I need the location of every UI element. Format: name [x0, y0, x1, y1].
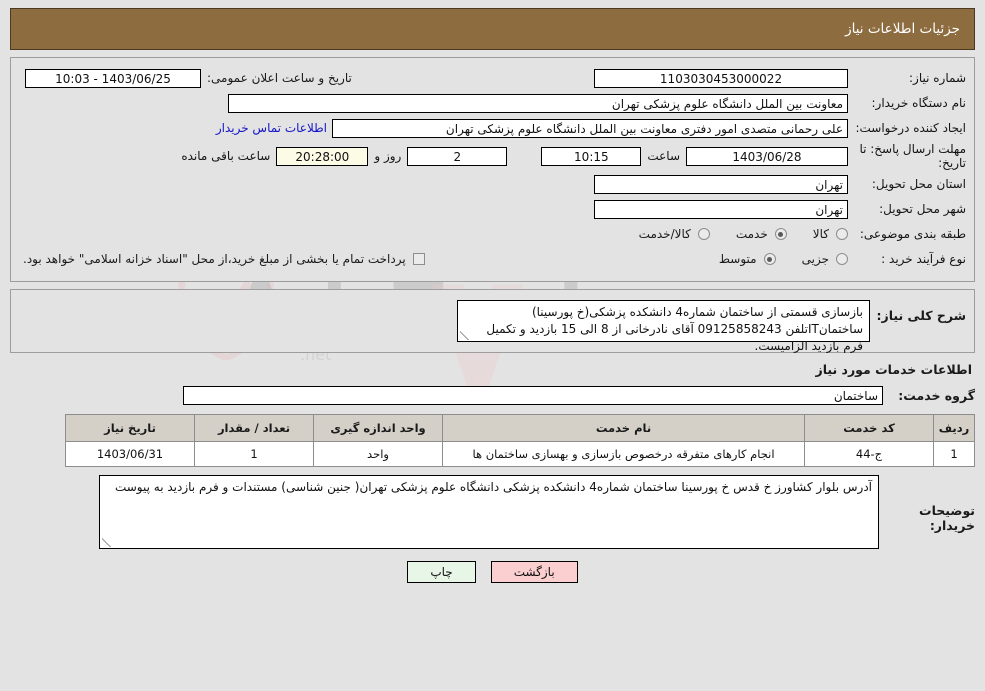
purchase-type-label: نوع فرآیند خرید : — [881, 252, 966, 266]
cell-service-name: انجام کارهای متفرقه درخصوص بازسازی و بهس… — [442, 441, 805, 467]
deadline-date-field: 1403/06/28 — [686, 146, 848, 166]
back-button[interactable]: بازگشت — [490, 561, 578, 583]
service-group-row: گروه خدمت: ساختمان — [10, 386, 975, 405]
row-city: شهر محل تحویل: تهران — [19, 198, 966, 220]
announce-date-field: 10:03 - 1403/06/25 — [25, 68, 201, 88]
th-service-name: نام خدمت — [442, 414, 805, 442]
radio-icon-category-khedmat[interactable] — [774, 228, 787, 240]
category-option-khedmat-label: خدمت — [735, 227, 768, 241]
need-number-label: شماره نیاز: — [909, 71, 966, 85]
service-group-field: ساختمان — [183, 386, 883, 405]
creator-field: علی رحمانی متصدی امور دفتری معاونت بین ا… — [332, 118, 848, 138]
row-creator: ایجاد کننده درخواست: علی رحمانی متصدی ام… — [19, 117, 966, 139]
creator-label: ایجاد کننده درخواست: — [855, 121, 966, 135]
radio-icon-category-kala-khedmat[interactable] — [697, 228, 710, 240]
cell-service-code: ج-44 — [804, 441, 934, 467]
need-description-textarea[interactable]: بازسازی قسمتی از ساختمان شماره4 دانشکده … — [457, 300, 870, 353]
category-label: طبقه بندی موضوعی: — [859, 227, 966, 241]
purchase-type-option-jozii[interactable]: جزیی — [802, 252, 848, 266]
row-province: استان محل تحویل: تهران — [19, 173, 966, 195]
cell-need-date: 1403/06/31 — [65, 441, 195, 467]
service-group-label: گروه خدمت: — [898, 388, 975, 403]
need-description-row: شرح کلی نیاز: بازسازی قسمتی از ساختمان ش… — [19, 300, 966, 353]
need-description-panel: شرح کلی نیاز: بازسازی قسمتی از ساختمان ش… — [10, 289, 975, 353]
countdown-suffix: ساعت باقی مانده — [181, 149, 271, 163]
buyer-notes-row: توضیحات خریدار: آدرس بلوار کشاورز خ قدس … — [10, 475, 975, 549]
print-button[interactable]: چاپ — [407, 561, 476, 583]
countdown-field: 20:28:00 — [276, 146, 369, 166]
category-option-kala-khedmat-label: کالا/خدمت — [638, 227, 691, 241]
category-option-kala-label: کالا — [812, 227, 829, 241]
purchase-type-option-jozii-label: جزیی — [801, 252, 829, 266]
purchase-type-option-motevaset-label: متوسط — [718, 252, 757, 266]
remaining-days-field: 2 — [407, 146, 508, 166]
buyer-contact-link[interactable]: اطلاعات تماس خریدار — [211, 121, 332, 135]
need-description-label: شرح کلی نیاز: — [876, 308, 966, 323]
announce-group: تاریخ و ساعت اعلان عمومی: 10:03 - 1403/0… — [19, 68, 358, 88]
row-buyer-org: نام دستگاه خریدار: معاونت بین الملل دانش… — [19, 92, 966, 114]
radio-icon-purchase-motevaset[interactable] — [763, 253, 776, 265]
page-title: جزئیات اطلاعات نیاز — [845, 21, 960, 37]
row-deadline: مهلت ارسال پاسخ: تا تاریخ: 1403/06/28 سا… — [19, 142, 966, 170]
deadline-time-label: ساعت — [647, 149, 680, 163]
need-number-field: 1103030453000022 — [594, 68, 848, 88]
th-quantity: تعداد / مقدار — [194, 414, 314, 442]
treasury-bonds-checkbox-group[interactable]: پرداخت تمام یا بخشی از مبلغ خرید،از محل … — [19, 252, 425, 266]
row-purchase-type: نوع فرآیند خرید : جزیی متوسط پرداخت تمام… — [19, 248, 966, 270]
table-row: 1 ج-44 انجام کارهای متفرقه درخصوص بازساز… — [65, 441, 975, 467]
row-category: طبقه بندی موضوعی: کالا خدمت کالا/خدمت — [19, 223, 966, 245]
city-field: تهران — [594, 199, 848, 219]
purchase-type-option-motevaset[interactable]: متوسط — [719, 252, 776, 266]
th-unit: واحد اندازه گیری — [313, 414, 443, 442]
need-info-panel: شماره نیاز: 1103030453000022 تاریخ و ساع… — [10, 57, 975, 282]
table-header-row: ردیف کد خدمت نام خدمت واحد اندازه گیری ت… — [65, 414, 975, 442]
province-label: استان محل تحویل: — [871, 177, 966, 191]
deadline-label: مهلت ارسال پاسخ: تا تاریخ: — [859, 142, 966, 170]
buyer-org-label: نام دستگاه خریدار: — [871, 96, 967, 110]
city-label: شهر محل تحویل: — [879, 202, 966, 216]
page-title-bar: جزئیات اطلاعات نیاز — [10, 8, 975, 50]
buyer-notes-textarea[interactable]: آدرس بلوار کشاورز خ قدس خ پورسینا ساختما… — [99, 475, 879, 549]
cell-quantity: 1 — [194, 441, 314, 467]
th-need-date: تاریخ نیاز — [65, 414, 195, 442]
services-table: ردیف کد خدمت نام خدمت واحد اندازه گیری ت… — [65, 414, 975, 467]
radio-icon-category-kala[interactable] — [836, 228, 848, 240]
cell-row-no: 1 — [933, 441, 975, 467]
deadline-time-field: 10:15 — [541, 146, 642, 166]
announce-label: تاریخ و ساعت اعلان عمومی: — [207, 71, 352, 85]
cell-unit: واحد — [313, 441, 443, 467]
remaining-days-suffix: روز و — [374, 149, 402, 163]
category-option-kala[interactable]: کالا — [813, 227, 848, 241]
row-need-number: شماره نیاز: 1103030453000022 تاریخ و ساع… — [19, 67, 966, 89]
category-option-khedmat[interactable]: خدمت — [736, 227, 787, 241]
buyer-org-field: معاونت بین الملل دانشگاه علوم پزشکی تهرا… — [228, 93, 848, 113]
checkbox-icon-treasury-bonds[interactable] — [412, 253, 425, 265]
buyer-notes-label: توضیحات خریدار: — [919, 503, 975, 533]
services-section-title: اطلاعات خدمات مورد نیاز — [815, 362, 973, 377]
radio-icon-purchase-jozii[interactable] — [836, 253, 848, 265]
th-row-no: ردیف — [933, 414, 975, 442]
services-section: اطلاعات خدمات مورد نیاز گروه خدمت: ساختم… — [10, 362, 975, 549]
footer-buttons: بازگشت چاپ — [10, 561, 975, 583]
category-option-kala-khedmat[interactable]: کالا/خدمت — [639, 227, 710, 241]
treasury-bonds-checkbox-label: پرداخت تمام یا بخشی از مبلغ خرید،از محل … — [23, 252, 406, 266]
province-field: تهران — [594, 174, 848, 194]
th-service-code: کد خدمت — [804, 414, 934, 442]
